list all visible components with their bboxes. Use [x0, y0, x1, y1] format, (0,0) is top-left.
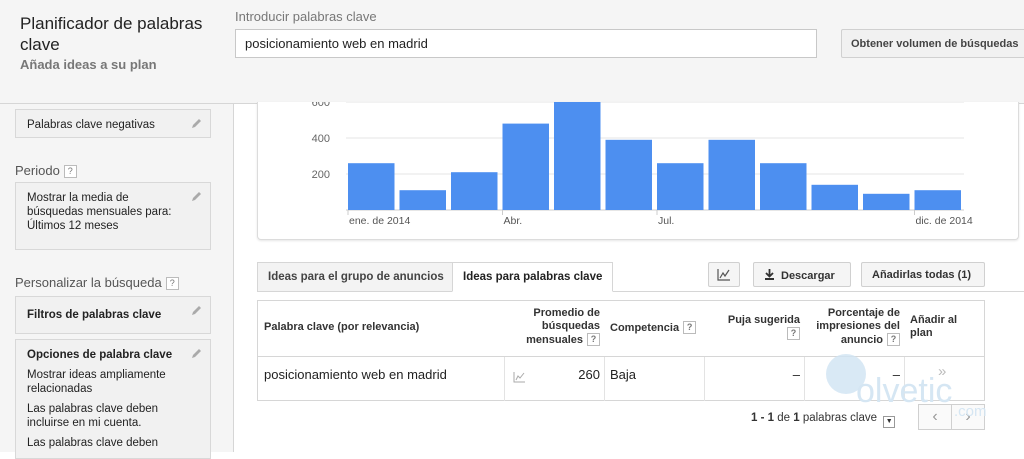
cell-divider [804, 357, 805, 401]
watermark-domain: .com [954, 403, 987, 420]
help-icon[interactable]: ? [165, 277, 179, 290]
avg-header-line: Promedio de [533, 307, 600, 319]
top-bar: Planificador de palabras clave Añada ide… [0, 0, 1024, 104]
y-tick-label: 400 [312, 133, 330, 145]
avg-header-line: búsquedas [541, 320, 600, 332]
pager-of: de [777, 412, 791, 424]
trend-chart-icon[interactable] [513, 371, 526, 383]
negative-keywords-label: Palabras clave negativas [27, 119, 155, 131]
pencil-icon[interactable] [190, 117, 203, 130]
help-icon[interactable]: ? [63, 165, 77, 178]
line-chart-icon [717, 269, 730, 281]
add-all-button[interactable]: Añadirlas todas (1) [861, 262, 985, 287]
keyword-options-box[interactable]: Opciones de palabra clave Mostrar ideas … [15, 339, 211, 459]
cell-avg-searches: 260 [578, 367, 600, 382]
help-icon[interactable]: ? [887, 333, 900, 346]
chart-bar[interactable] [863, 193, 910, 210]
option-must: Las palabras clave deben [27, 437, 159, 449]
bar-chart: 600 400 200 ene. de 2014 Abr. Jul. dic. de 201… [312, 102, 973, 227]
chart-bar[interactable] [914, 190, 962, 210]
chart-bar[interactable] [811, 184, 859, 210]
y-tick-label: 200 [312, 169, 330, 181]
add-header-line: plan [910, 327, 933, 339]
cell-competition: Baja [610, 367, 637, 382]
keyword-input[interactable]: posicionamiento web en madrid [235, 29, 817, 58]
cell-divider [704, 357, 705, 401]
cell-keyword: posicionamiento web en madrid [264, 367, 447, 382]
solvetic-watermark-logo: olvetic .com [826, 354, 987, 420]
col-header-suggested-bid[interactable]: Puja sugerida ? [708, 314, 800, 369]
tab-keyword-ideas[interactable]: Ideas para palabras clave [452, 262, 614, 292]
chart-toggle-button[interactable] [708, 262, 740, 287]
get-volume-button[interactable]: Obtener volumen de búsquedas [841, 29, 1024, 58]
chart-bar[interactable] [605, 139, 653, 210]
chart-bar[interactable] [657, 163, 704, 210]
x-tick-label: Abr. [504, 215, 523, 227]
pencil-icon[interactable] [190, 190, 203, 203]
chart-bar[interactable] [348, 163, 395, 210]
tab-ad-group-ideas[interactable]: Ideas para el grupo de anuncios [257, 262, 455, 292]
keyword-options-title: Opciones de palabra clave [27, 349, 173, 361]
x-tick-label: ene. de 2014 [349, 215, 410, 227]
x-tick-label: dic. de 2014 [916, 215, 973, 227]
chart-bar[interactable] [451, 172, 498, 210]
help-icon[interactable]: ? [683, 321, 697, 334]
app-subtitle[interactable]: Añada ideas a su plan [20, 57, 157, 72]
avg-header-line: mensuales [526, 334, 583, 346]
download-icon [765, 269, 774, 280]
period-title: Periodo [15, 163, 60, 178]
option-broadly-related: Mostrar ideas ampliamente relacionadas [27, 369, 166, 395]
impr-header-line: impresiones del [816, 320, 900, 332]
option-in-account: Las palabras clave deben incluirse en mi… [27, 403, 159, 429]
cell-divider [604, 357, 605, 401]
y-tick-label: 600 [312, 102, 330, 109]
help-icon[interactable]: ? [787, 327, 800, 340]
download-label: Descargar [781, 270, 835, 282]
download-button[interactable]: Descargar [753, 262, 851, 287]
pager-total: 1 [793, 412, 800, 424]
chart-bar[interactable] [760, 163, 807, 210]
col-header-keyword[interactable]: Palabra clave (por relevancia) [264, 321, 419, 341]
help-icon[interactable]: ? [587, 333, 600, 346]
impr-header-line: anuncio [840, 334, 883, 346]
watermark-text: olvetic [856, 372, 952, 410]
chart-bar[interactable] [502, 123, 550, 210]
x-tick-label: Jul. [658, 215, 674, 227]
add-header-line: Añadir al [910, 314, 958, 326]
keyword-label: Introducir palabras clave [235, 9, 377, 24]
period-box[interactable]: Mostrar la media de búsquedas mensuales … [15, 182, 211, 250]
competition-header-text: Competencia [610, 322, 680, 334]
customize-heading: Personalizar la búsqueda? [15, 275, 179, 290]
period-heading: Periodo? [15, 163, 77, 178]
customize-title: Personalizar la búsqueda [15, 275, 162, 290]
sidebar: Palabras clave negativas Periodo? Mostra… [0, 104, 234, 459]
search-volume-chart: 600 400 200 ene. de 2014 Abr. Jul. dic. de 201… [257, 102, 1019, 240]
pencil-icon[interactable] [190, 347, 203, 360]
cell-divider [504, 357, 505, 401]
chart-bar[interactable] [399, 190, 447, 210]
cell-suggested-bid: – [792, 367, 800, 382]
impr-header-line: Porcentaje de [827, 307, 900, 319]
period-text: Mostrar la media de búsquedas mensuales … [27, 192, 172, 232]
app-title: Planificador de palabras clave [20, 14, 203, 54]
keyword-filters-label: Filtros de palabras clave [27, 309, 162, 321]
bid-header-text: Puja sugerida [727, 314, 800, 326]
pencil-icon[interactable] [190, 304, 203, 317]
keyword-filters-box[interactable]: Filtros de palabras clave [15, 296, 211, 334]
pager-range: 1 - 1 [751, 412, 775, 424]
col-header-avg-searches[interactable]: Promedio de búsquedas mensuales? [508, 307, 600, 362]
chart-bar[interactable] [708, 139, 756, 210]
chart-bar[interactable] [554, 102, 601, 210]
col-header-competition[interactable]: Competencia? [610, 321, 697, 341]
negative-keywords-box[interactable]: Palabras clave negativas [15, 109, 211, 138]
